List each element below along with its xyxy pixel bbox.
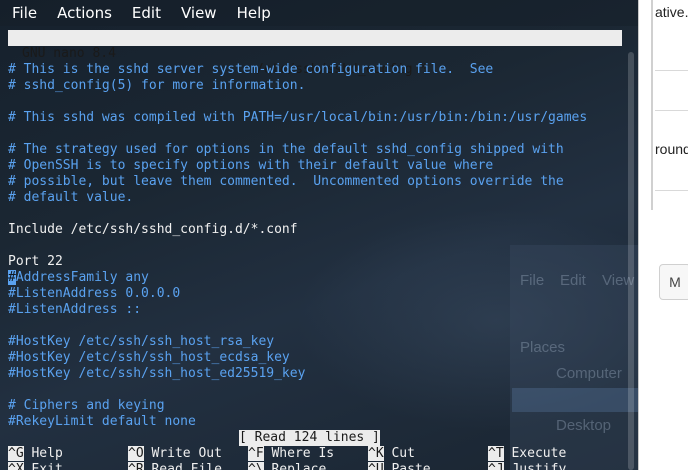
editor-line[interactable]: # This sshd was compiled with PATH=/usr/… <box>8 110 587 126</box>
shortcut-help[interactable]: ^G Help <box>8 446 63 462</box>
editor-line[interactable]: Port 22 <box>8 254 587 270</box>
editor-line[interactable]: # Ciphers and keying <box>8 398 587 414</box>
shortcut-key: ^T <box>488 446 504 461</box>
editor-line[interactable]: # sshd_config(5) for more information. <box>8 78 587 94</box>
shortcut-label: Help <box>23 446 63 461</box>
menu-actions[interactable]: Actions <box>45 4 120 22</box>
editor-line[interactable]: # possible, but leave them commented. Un… <box>8 174 587 190</box>
shortcut-paste[interactable]: ^U Paste <box>368 462 431 470</box>
shortcut-where-is[interactable]: ^F Where Is <box>248 446 334 462</box>
editor-line[interactable] <box>8 238 587 254</box>
shortcut-row: ^X Exit ^R Read File ^\ Replace ^U Paste ^J … <box>8 462 628 470</box>
shortcut-label: Exit <box>23 462 63 470</box>
editor-line[interactable]: #ListenAddress :: <box>8 302 587 318</box>
shortcut-label: Read File <box>143 462 222 470</box>
shortcut-label: Execute <box>503 446 567 461</box>
menu-file[interactable]: File <box>0 4 45 22</box>
nano-title-bar: GNU nano 8.4 /etc/ssh/sshd_config * <box>8 30 622 77</box>
shortcut-key: ^O <box>128 446 144 461</box>
background-button[interactable]: M <box>659 264 688 300</box>
editor-line[interactable]: #HostKey /etc/ssh/ssh_host_rsa_key <box>8 334 587 350</box>
shortcut-bar: ^G Help ^O Write Out ^F Where Is ^K Cut ^T E… <box>8 446 628 470</box>
editor-line[interactable]: # This is the sshd server system-wide co… <box>8 62 587 78</box>
editor-line[interactable] <box>8 206 587 222</box>
divider <box>655 70 688 71</box>
terminal-window[interactable]: File Edit View Places Computer Desktop F… <box>0 0 638 470</box>
text-cursor: # <box>8 270 16 285</box>
shortcut-replace[interactable]: ^\ Replace <box>248 462 326 470</box>
shortcut-label: Write Out <box>143 446 222 461</box>
nano-version: GNU nano 8.4 <box>22 46 116 61</box>
terminal-scrollbar[interactable] <box>628 52 634 470</box>
editor-line[interactable] <box>8 94 587 110</box>
shortcut-key: ^G <box>8 446 24 461</box>
menu-edit[interactable]: Edit <box>120 4 169 22</box>
shortcut-label: Justify <box>503 462 567 470</box>
background-window: ative. round M <box>638 0 688 470</box>
shortcut-write-out[interactable]: ^O Write Out <box>128 446 222 462</box>
menu-view[interactable]: View <box>169 4 225 22</box>
shortcut-key: ^U <box>368 462 384 470</box>
shortcut-key: ^X <box>8 462 24 470</box>
editor-line[interactable]: #ListenAddress 0.0.0.0 <box>8 286 587 302</box>
shortcut-read-file[interactable]: ^R Read File <box>128 462 222 470</box>
shortcut-key: ^J <box>488 462 504 470</box>
editor-line[interactable]: # OpenSSH is to specify options with the… <box>8 158 587 174</box>
shortcut-key: ^F <box>248 446 264 461</box>
divider <box>655 110 688 111</box>
editor-line[interactable]: Include /etc/ssh/sshd_config.d/*.conf <box>8 222 587 238</box>
shortcut-label: Cut <box>383 446 415 461</box>
status-message: [ Read 124 lines ] <box>239 430 380 446</box>
shortcut-label: Paste <box>383 462 431 470</box>
menu-help[interactable]: Help <box>225 4 279 22</box>
divider <box>655 190 688 191</box>
shortcut-row: ^G Help ^O Write Out ^F Where Is ^K Cut ^T E… <box>8 446 628 462</box>
editor-line[interactable]: #RekeyLimit default none <box>8 414 587 430</box>
editor-line[interactable] <box>8 318 587 334</box>
background-text-fragment: ative. <box>655 4 688 20</box>
editor-line[interactable]: #HostKey /etc/ssh/ssh_host_ed25519_key <box>8 366 587 382</box>
editor-line[interactable]: #HostKey /etc/ssh/ssh_host_ecdsa_key <box>8 350 587 366</box>
editor-line[interactable] <box>8 126 587 142</box>
shortcut-cut[interactable]: ^K Cut <box>368 446 415 462</box>
shortcut-exit[interactable]: ^X Exit <box>8 462 63 470</box>
editor-line[interactable]: # default value. <box>8 190 587 206</box>
shortcut-label: Where Is <box>263 446 335 461</box>
shortcut-label: Replace <box>263 462 327 470</box>
shortcut-justify[interactable]: ^J Justify <box>488 462 566 470</box>
shortcut-key: ^K <box>368 446 384 461</box>
menu-bar: File Actions Edit View Help <box>0 0 638 26</box>
editor-line[interactable]: # The strategy used for options in the d… <box>8 142 587 158</box>
editor-line-text: AddressFamily any <box>15 270 149 285</box>
background-scrollbar[interactable] <box>651 0 653 210</box>
editor-line[interactable]: #AddressFamily any <box>8 270 587 286</box>
shortcut-key: ^R <box>128 462 144 470</box>
background-text-fragment: round <box>655 141 688 157</box>
shortcut-execute[interactable]: ^T Execute <box>488 446 566 462</box>
shortcut-key: ^\ <box>248 462 264 470</box>
editor-area[interactable]: # This is the sshd server system-wide co… <box>8 62 587 430</box>
editor-line[interactable] <box>8 382 587 398</box>
